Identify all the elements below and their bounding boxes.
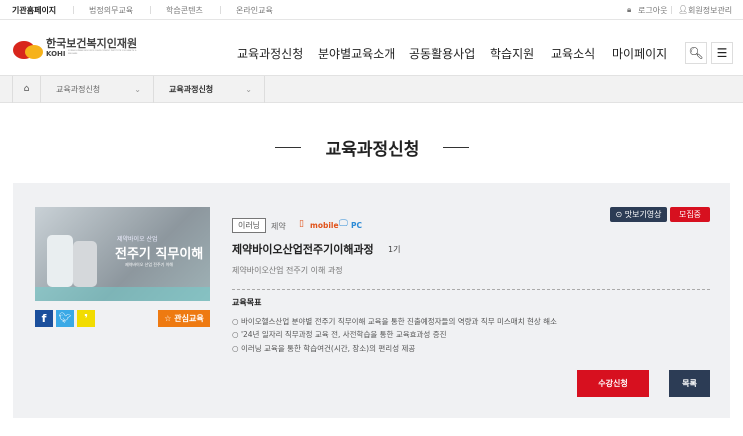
category-label: 제약 (271, 222, 286, 231)
course-title: 제약바이오산업전주기이해과정 (232, 243, 374, 256)
chevron-down-icon: ⌄ (245, 85, 252, 94)
divider (232, 289, 710, 290)
star-icon: ☆ (164, 314, 172, 323)
hamburger-icon: ☰ (716, 46, 728, 60)
mobile-label: mobile (310, 221, 339, 230)
twitter-share-button[interactable]: 🐦︎ (56, 310, 74, 327)
bottle-image (73, 241, 97, 287)
play-icon: ⊙ (615, 210, 623, 219)
apply-button[interactable]: 수강신청 (577, 370, 649, 397)
breadcrumb-level2[interactable]: 교육과정신청 ⌄ (153, 76, 265, 103)
chevron-down-icon: ⌄ (134, 85, 141, 94)
logo-mark-icon (13, 41, 43, 59)
topbar-link-home[interactable]: 기관홈페이지 (12, 5, 56, 16)
type-tag: 이러닝 (232, 218, 266, 233)
course-subtitle: 제약바이오산업 전주기 이해 과정 (232, 266, 343, 275)
status-badge: 모집중 (670, 207, 710, 222)
bottle-image (47, 235, 73, 287)
nav-mypage[interactable]: 마이페이지 (612, 45, 667, 62)
page-title: 교육과정신청 (325, 140, 420, 160)
twitter-icon: 🐦︎ (58, 313, 72, 324)
facebook-share-button[interactable]: f (35, 310, 53, 327)
nav-shared-project[interactable]: 공동활용사업 (409, 45, 475, 62)
goal-item: ○ 이러닝 교육을 통한 학습여건(시간, 장소)의 편리성 제공 (232, 344, 416, 353)
list-button[interactable]: 목록 (669, 370, 710, 397)
search-button[interactable]: 🔍︎ (685, 42, 707, 64)
pc-icon: 🖵︎ (339, 219, 348, 229)
pc-label: PC (351, 221, 363, 230)
facebook-icon: f (41, 312, 47, 325)
interest-button[interactable]: ☆ 관심교육 (158, 310, 210, 327)
logo[interactable]: 한국보건복지인재원 KOHI KOREA HUMAN RESOURCE DEVE… (12, 34, 142, 62)
course-term: 1기 (388, 245, 401, 254)
lock-icon: 🔒︎ (627, 5, 632, 14)
title-line-left (275, 147, 301, 148)
nav-news[interactable]: 교육소식 (551, 45, 595, 62)
breadcrumb: ⌂ 교육과정신청 ⌄ 교육과정신청 ⌄ (0, 75, 743, 103)
goal-item: ○ 바이오헬스산업 분야별 전주기 직무이해 교육을 통한 진출예정자들의 역량… (232, 317, 557, 326)
nav-field-intro[interactable]: 분야별교육소개 (318, 45, 395, 62)
kakao-icon: ❜ (84, 312, 88, 325)
kakao-share-button[interactable]: ❜ (77, 310, 95, 327)
topbar-link-legal[interactable]: 법정의무교육 (89, 5, 133, 16)
topbar-link-content[interactable]: 학습콘텐츠 (166, 5, 203, 16)
breadcrumb-level1[interactable]: 교육과정신청 ⌄ (40, 76, 153, 103)
logout-link[interactable]: 로그아웃 (638, 5, 667, 16)
member-info-link[interactable]: 회원정보관리 (688, 5, 732, 16)
nav-course-apply[interactable]: 교육과정신청 (237, 45, 303, 62)
preview-video-button[interactable]: ⊙ 맛보기영상 (610, 207, 667, 222)
search-icon: 🔍︎ (688, 46, 704, 60)
topbar-link-online[interactable]: 온라인교육 (236, 5, 273, 16)
mobile-icon: ▯ (299, 219, 304, 229)
menu-button[interactable]: ☰ (711, 42, 733, 64)
top-utility-bar: 기관홈페이지 | 법정의무교육 | 학습콘텐츠 | 온라인교육 🔒︎ 로그아웃 … (0, 0, 743, 20)
course-thumbnail: 제약바이오 산업 전주기 직무이해 제약바이오 산업 전주기 이해 (35, 207, 210, 301)
goal-label: 교육목표 (232, 298, 262, 307)
nav-learning-support[interactable]: 학습지원 (490, 45, 534, 62)
title-line-right (443, 147, 469, 148)
user-icon: 👤︎ (678, 5, 689, 14)
home-icon[interactable]: ⌂ (12, 76, 40, 103)
goal-item: ○ '24년 일자리 직무과정 교육 전, 사전학습을 통한 교육효과성 증진 (232, 330, 447, 339)
